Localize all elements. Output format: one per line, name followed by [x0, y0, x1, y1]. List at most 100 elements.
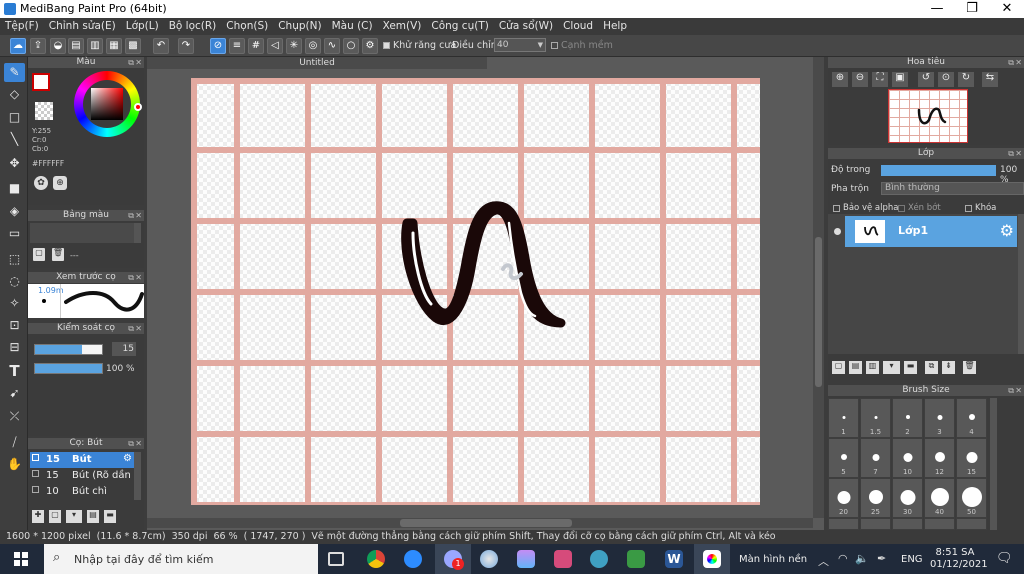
operation-tool-icon[interactable]: ➹ — [4, 384, 25, 403]
scroll-thumb[interactable] — [400, 519, 572, 527]
move-tool-icon[interactable]: ✥ — [4, 154, 25, 173]
new-halftone-layer-icon[interactable]: ▤ — [849, 361, 862, 374]
chevron-up-icon[interactable]: ︿ — [818, 553, 829, 569]
volume-icon[interactable]: 🔈 — [855, 552, 869, 565]
input-language[interactable]: ENG — [901, 554, 923, 565]
scroll-thumb[interactable] — [815, 237, 822, 387]
brush-size-cell[interactable]: 40 — [924, 478, 955, 518]
windows-start-icon[interactable] — [14, 552, 28, 566]
concentric-icon[interactable]: ◎ — [305, 38, 321, 54]
page-icon[interactable]: ▥ — [87, 38, 103, 54]
medibang-icon[interactable] — [703, 550, 721, 568]
clipping-option[interactable]: Xén bớt — [898, 203, 941, 213]
taskbar-search-box[interactable]: ⌕ Nhập tại đây để tìm kiếm — [44, 544, 318, 574]
brush-settings-icon[interactable]: ▤ — [87, 510, 99, 523]
rectangle-tool-icon[interactable]: □ — [4, 108, 25, 127]
undock-icon[interactable]: ⧉ — [128, 57, 134, 68]
new-8bit-layer-icon[interactable]: ▥ — [866, 361, 879, 374]
bucket-tool-icon[interactable]: ◈ — [4, 202, 25, 221]
trash-icon[interactable]: 🗑 — [52, 248, 64, 261]
menu-cloud[interactable]: Cloud — [558, 18, 598, 32]
brush-size-cell[interactable]: 4 — [956, 398, 987, 438]
comment-icon[interactable]: ▤ — [68, 38, 84, 54]
navigator-thumbnail[interactable] — [888, 89, 968, 143]
brush-size-cell[interactable]: 2 — [892, 398, 923, 438]
task-view-icon[interactable] — [328, 552, 344, 566]
brush-list-item-selected[interactable]: 15 Bút ⚙ — [30, 452, 134, 468]
brush-size-cell[interactable]: 20 — [828, 478, 859, 518]
brush-size-cell[interactable]: 30 — [892, 478, 923, 518]
zoom-in-icon[interactable]: ⊕ — [832, 72, 848, 87]
undock-icon[interactable]: ⧉ — [128, 272, 134, 283]
palette-area[interactable] — [30, 223, 134, 243]
brush-list-item[interactable]: 15 Bút (Rõ dần — [30, 468, 134, 484]
smooth-edge-checkbox[interactable] — [551, 42, 558, 49]
panel-divide-icon[interactable]: ⧸ — [4, 433, 25, 452]
flip-icon[interactable]: ⇆ — [982, 72, 998, 87]
game-app-icon[interactable] — [627, 550, 645, 568]
photo-app-icon[interactable] — [554, 550, 572, 568]
brush-size-cell[interactable] — [924, 518, 955, 530]
brush-size-value[interactable]: 15 — [112, 342, 136, 356]
fit-screen-icon[interactable]: ⛶ — [872, 72, 888, 87]
new-color-icon[interactable]: ▢ — [33, 248, 45, 261]
desktop-label[interactable]: Màn hình nền — [739, 554, 807, 565]
brush-size-cell[interactable] — [860, 518, 891, 530]
eraser-tool-icon[interactable]: ◇ — [4, 85, 25, 104]
color-add-icon[interactable]: ⊕ — [53, 176, 67, 190]
parallel-snap-icon[interactable]: ≡ — [229, 38, 245, 54]
maximize-icon[interactable]: ❐ — [955, 0, 989, 18]
perspective-icon[interactable]: ◁ — [267, 38, 283, 54]
lasso-tool-icon[interactable]: ◌ — [4, 272, 25, 291]
brush-size-cell[interactable]: 7 — [860, 438, 891, 478]
wifi-icon[interactable]: ◠ — [838, 552, 848, 565]
palette-icon[interactable]: ✿ — [34, 176, 48, 190]
menu-view[interactable]: Xem(V) — [378, 18, 427, 32]
menu-tools[interactable]: Công cụ(T) — [426, 18, 493, 32]
reset-rotation-icon[interactable]: ⊙ — [938, 72, 954, 87]
undock-icon[interactable]: ⧉ — [1008, 57, 1014, 68]
add-layer-menu-icon[interactable]: ▾ — [883, 361, 900, 374]
palette-scrollbar[interactable] — [134, 223, 141, 243]
grid-snap-icon[interactable]: # — [248, 38, 264, 54]
layer-row-selected[interactable]: Lớp1 ⚙ — [845, 216, 1017, 247]
brush-size-cell[interactable]: 3 — [924, 398, 955, 438]
correction-select[interactable]: 40 ▼ — [494, 38, 546, 52]
lock-option[interactable]: Khóa — [965, 203, 996, 213]
gear-icon[interactable]: ⚙ — [362, 38, 378, 54]
duplicate-layer-icon[interactable]: ⧉ — [925, 361, 938, 374]
drawing-canvas[interactable] — [191, 78, 760, 505]
menu-filter[interactable]: Bộ lọc(R) — [164, 18, 222, 32]
select-eraser-icon[interactable]: ⊟ — [4, 338, 25, 357]
zoom-out-icon[interactable]: ⊖ — [852, 72, 868, 87]
layer-visibility-icon[interactable] — [834, 228, 841, 235]
actual-size-icon[interactable]: ▣ — [892, 72, 908, 87]
menu-color[interactable]: Màu (C) — [327, 18, 378, 32]
eyedropper-icon[interactable]: ⤫ — [4, 407, 25, 426]
brush-tool-icon[interactable]: ✎ — [4, 63, 25, 82]
close-panel-icon[interactable]: ✕ — [135, 57, 142, 68]
menu-window[interactable]: Cửa sổ(W) — [494, 18, 558, 32]
select-pen-icon[interactable]: ⊡ — [4, 316, 25, 335]
select-tool-icon[interactable]: ⬚ — [4, 250, 25, 269]
rotate-left-icon[interactable]: ↺ — [918, 72, 934, 87]
undock-icon[interactable]: ⧉ — [1008, 385, 1014, 396]
rotate-right-icon[interactable]: ↻ — [958, 72, 974, 87]
menu-help[interactable]: Help — [598, 18, 632, 32]
new-brush-icon[interactable]: ▢ — [49, 510, 61, 523]
hue-handle[interactable] — [134, 103, 142, 111]
transparent-swatch[interactable] — [35, 102, 53, 120]
protect-alpha-option[interactable]: Bảo vệ alpha — [833, 203, 898, 213]
close-panel-icon[interactable]: ✕ — [135, 438, 142, 449]
zoom-app-icon[interactable] — [404, 550, 422, 568]
gradient-tool-icon[interactable]: ▭ — [4, 224, 25, 243]
notifications-icon[interactable]: 🗨 — [996, 551, 1013, 566]
gear-icon[interactable]: ⚙ — [123, 453, 132, 464]
minimize-icon[interactable]: — — [920, 0, 954, 18]
folder-icon[interactable]: ▬ — [904, 361, 917, 374]
paint-palette-icon[interactable] — [590, 550, 608, 568]
hue-wheel[interactable] — [74, 71, 142, 137]
no-snap-icon[interactable]: ⊘ — [210, 38, 226, 54]
primary-color-swatch[interactable] — [32, 73, 50, 91]
paint3d-icon[interactable] — [517, 550, 535, 568]
